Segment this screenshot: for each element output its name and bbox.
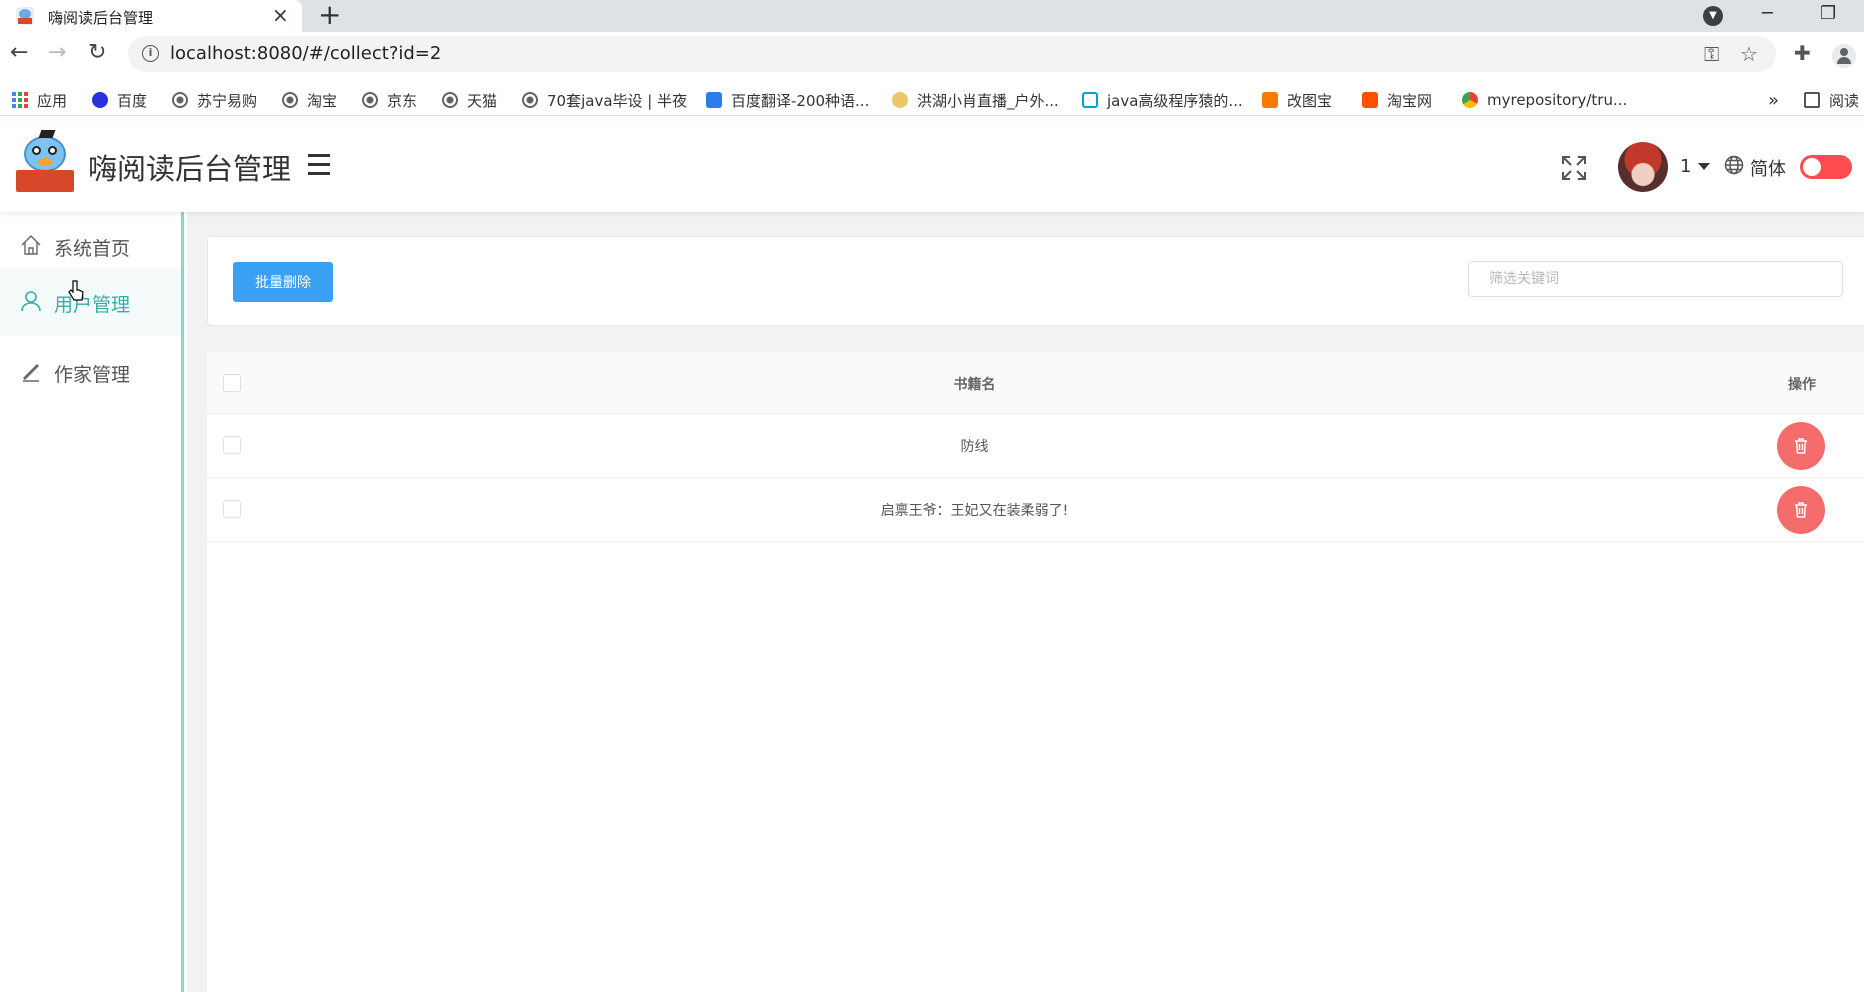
chrome-icon <box>1462 92 1478 108</box>
filter-card: 批量删除 <box>207 236 1864 326</box>
bookmark-taobao[interactable]: 淘宝 <box>282 88 337 112</box>
globe-icon <box>442 92 458 108</box>
bilibili-icon <box>1082 92 1098 108</box>
app-header: 嗨阅读后台管理 1 简体 <box>0 124 1864 212</box>
bookmark-myrepository[interactable]: myrepository/tru... <box>1462 88 1627 112</box>
bookmark-baidu-translate[interactable]: 百度翻译-200种语... <box>706 88 869 112</box>
user-icon <box>21 291 41 312</box>
book-name-cell: 启禀王爷：王妃又在装柔弱了! <box>880 503 1069 519</box>
star-icon[interactable]: ☆ <box>1740 42 1758 66</box>
table-row: 防线 <box>207 414 1864 478</box>
bookmark-bilibili[interactable]: java高级程序猿的... <box>1082 88 1243 112</box>
menu-toggle-icon[interactable] <box>308 154 330 176</box>
more-bookmarks-icon[interactable]: » <box>1768 88 1779 112</box>
bookmark-suning[interactable]: 苏宁易购 <box>172 88 257 112</box>
tab-favicon-icon <box>16 7 34 25</box>
batch-delete-button[interactable]: 批量删除 <box>233 262 333 302</box>
sidebar-item-label: 用户管理 <box>54 294 131 316</box>
apps-icon <box>12 92 28 108</box>
globe-icon <box>282 92 298 108</box>
user-avatar[interactable] <box>1618 142 1668 192</box>
tab-close-icon[interactable]: × <box>272 3 289 27</box>
bookmark-jd[interactable]: 京东 <box>362 88 417 112</box>
app-title: 嗨阅读后台管理 <box>88 152 292 186</box>
collection-table: 书籍名 操作 防线 启禀王爷：王妃又在装柔弱了! <box>207 352 1864 992</box>
column-header-book-name: 书籍名 <box>953 377 996 393</box>
sidebar-item-users[interactable]: 用户管理 <box>0 268 181 336</box>
browser-toolbar: ← → ↻ i localhost:8080/#/collect?id=2 ⚿ … <box>0 32 1864 76</box>
theme-toggle[interactable] <box>1800 155 1852 179</box>
home-icon <box>21 235 41 255</box>
fullscreen-icon[interactable] <box>1560 154 1588 182</box>
bookmark-taobao-net[interactable]: 淘宝网 <box>1362 88 1432 112</box>
bookmark-java-projects[interactable]: 70套java毕设 | 半夜 <box>522 88 687 112</box>
bookmark-baidu[interactable]: 百度 <box>92 88 147 112</box>
delete-button[interactable] <box>1777 486 1825 534</box>
table-header-row: 书籍名 操作 <box>207 352 1864 414</box>
url-text[interactable]: localhost:8080/#/collect?id=2 <box>170 43 441 64</box>
sidebar-item-label: 系统首页 <box>54 238 131 260</box>
forward-icon[interactable]: → <box>48 40 66 66</box>
orange-square-icon <box>1262 92 1278 108</box>
reading-list[interactable]: 阅读 <box>1804 88 1859 112</box>
keyword-filter-input[interactable] <box>1468 261 1843 297</box>
trash-icon <box>1795 438 1807 454</box>
trash-icon <box>1795 502 1807 518</box>
translate-icon <box>706 92 722 108</box>
taobao-icon <box>1362 92 1378 108</box>
table-row: 启禀王爷：王妃又在装柔弱了! <box>207 478 1864 542</box>
browser-tab[interactable]: 嗨阅读后台管理 × <box>0 0 302 32</box>
reload-icon[interactable]: ↻ <box>88 40 106 66</box>
column-header-actions: 操作 <box>1788 377 1816 393</box>
bookmarks-bar: 应用 百度 苏宁易购 淘宝 京东 天猫 70套java毕设 | 半夜 百度翻译-… <box>0 84 1864 116</box>
user-dropdown-caret-icon[interactable] <box>1698 163 1710 170</box>
bookmark-gaitubao[interactable]: 改图宝 <box>1262 88 1332 112</box>
mouse-cursor-icon <box>68 280 84 301</box>
baidu-paw-icon <box>92 92 108 108</box>
user-name[interactable]: 1 <box>1680 156 1691 177</box>
app-logo <box>16 130 74 192</box>
address-bar[interactable]: i localhost:8080/#/collect?id=2 ⚿ ☆ <box>128 36 1776 72</box>
sidebar: 系统首页 用户管理 作家管理 <box>0 212 184 992</box>
sidebar-item-label: 作家管理 <box>54 364 131 386</box>
language-label[interactable]: 简体 <box>1750 155 1786 181</box>
minimize-icon[interactable]: ─ <box>1762 2 1773 26</box>
globe-icon <box>172 92 188 108</box>
profile-icon[interactable] <box>1832 44 1856 68</box>
globe-icon <box>522 92 538 108</box>
delete-button[interactable] <box>1777 422 1825 470</box>
main-content: 批量删除 书籍名 操作 防线 启禀王爷：王妃又在装柔弱了! <box>187 212 1864 992</box>
site-info-icon[interactable]: i <box>142 45 159 62</box>
bookmark-honghu-live[interactable]: 洪湖小肖直播_户外... <box>892 88 1059 112</box>
new-tab-button[interactable]: + <box>318 1 341 29</box>
book-name-cell: 防线 <box>960 439 989 455</box>
bookmark-tmall[interactable]: 天猫 <box>442 88 497 112</box>
globe-icon <box>362 92 378 108</box>
restore-icon[interactable]: ❐ <box>1820 2 1836 26</box>
tab-search-icon[interactable]: ▼ <box>1703 6 1723 26</box>
pen-icon <box>23 364 39 382</box>
key-icon[interactable]: ⚿ <box>1704 42 1719 66</box>
tab-title: 嗨阅读后台管理 <box>48 9 154 27</box>
bookmark-apps[interactable]: 应用 <box>12 88 67 112</box>
extensions-icon[interactable]: ✚ <box>1794 40 1811 66</box>
back-icon[interactable]: ← <box>10 40 28 66</box>
sidebar-item-writers[interactable]: 作家管理 <box>0 338 181 406</box>
language-globe-icon[interactable] <box>1724 155 1744 175</box>
browser-tabstrip: 嗨阅读后台管理 × + ▼ ─ ❐ <box>0 0 1864 32</box>
bird-icon <box>892 92 908 108</box>
reading-list-icon <box>1804 92 1820 108</box>
